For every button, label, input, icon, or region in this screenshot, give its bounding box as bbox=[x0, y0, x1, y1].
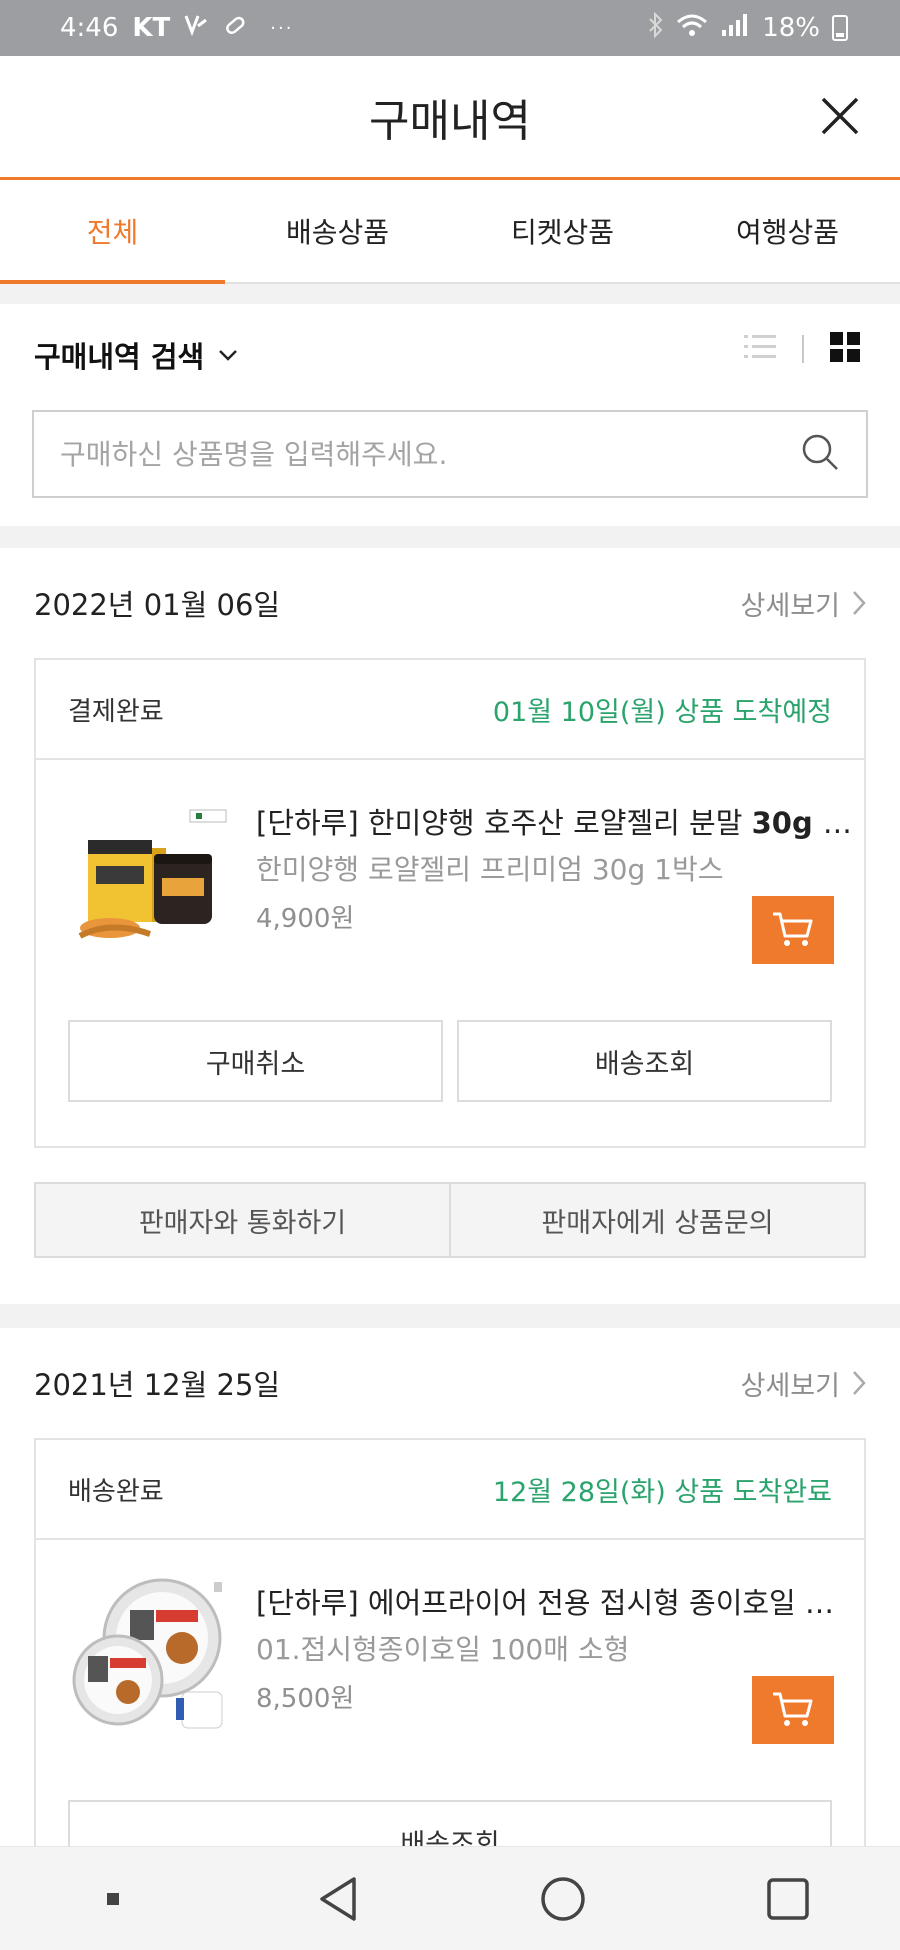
product-name-bold: 30g 1박... bbox=[751, 806, 854, 840]
wifi-icon bbox=[676, 12, 708, 45]
add-to-cart-button[interactable] bbox=[752, 896, 834, 964]
search-title-toggle[interactable]: 구매내역 검색 bbox=[34, 334, 238, 376]
product-name-main: [단하루] 한미양행 호주산 로얄젤리 분말 bbox=[256, 806, 752, 840]
nav-back-button[interactable] bbox=[278, 1859, 398, 1939]
battery-icon bbox=[832, 15, 848, 41]
product-name: [단하루] 한미양행 호주산 로얄젤리 분말 30g 1박... bbox=[256, 800, 854, 842]
status-left: 4:46 KT ··· bbox=[60, 13, 293, 44]
grid-view-button[interactable] bbox=[830, 332, 860, 366]
order-status-row: 배송완료 12월 28일(화) 상품 도착완료 bbox=[36, 1440, 864, 1540]
back-triangle-icon bbox=[319, 1876, 356, 1921]
order-group: 2021년 12월 25일 상세보기 배송완료 12월 28일(화) 상품 도착… bbox=[0, 1328, 900, 1928]
status-right: 18% bbox=[648, 11, 848, 45]
view-toggle-divider bbox=[802, 335, 804, 363]
product-name: [단하루] 에어프라이어 전용 접시형 종이호일 10... bbox=[256, 1580, 854, 1622]
product-option: 한미양행 로얄젤리 프리미엄 30g 1박스 bbox=[256, 853, 724, 886]
search-title: 구매내역 검색 bbox=[34, 340, 205, 374]
signal-icon bbox=[720, 12, 750, 45]
order-header: 2021년 12월 25일 상세보기 bbox=[0, 1328, 900, 1438]
grid-view-icon bbox=[830, 332, 860, 362]
app-header: 구매내역 bbox=[0, 56, 900, 180]
order-detail-link[interactable]: 상세보기 bbox=[741, 584, 866, 623]
call-seller-button[interactable]: 판매자와 통화하기 bbox=[36, 1184, 449, 1256]
order-header: 2022년 01월 06일 상세보기 bbox=[0, 548, 900, 658]
page-title: 구매내역 bbox=[369, 95, 531, 147]
nav-recents-button[interactable] bbox=[728, 1859, 848, 1939]
cart-icon bbox=[773, 1692, 813, 1726]
battery-percent: 18% bbox=[762, 13, 820, 43]
order-actions: 구매취소 배송조회 bbox=[36, 1020, 864, 1146]
track-delivery-button[interactable]: 배송조회 bbox=[457, 1020, 832, 1102]
seller-actions: 판매자와 통화하기 판매자에게 상품문의 bbox=[34, 1182, 866, 1258]
list-view-button[interactable] bbox=[744, 332, 776, 366]
cancel-purchase-button[interactable]: 구매취소 bbox=[68, 1020, 443, 1102]
status-carrier: KT bbox=[132, 13, 171, 43]
add-to-cart-button[interactable] bbox=[752, 1676, 834, 1744]
product-row[interactable]: [단하루] 에어프라이어 전용 접시형 종이호일 10... 01.접시형종이호… bbox=[36, 1540, 864, 1800]
chevron-right-icon bbox=[853, 1371, 866, 1395]
more-notifications-icon: ··· bbox=[270, 17, 294, 39]
delivery-eta: 01월 10일(월) 상품 도착예정 bbox=[492, 696, 832, 728]
order-detail-label: 상세보기 bbox=[740, 590, 840, 622]
status-time: 4:46 bbox=[60, 13, 119, 43]
delivery-eta: 12월 28일(화) 상품 도착완료 bbox=[492, 1476, 832, 1508]
product-row[interactable]: [단하루] 한미양행 호주산 로얄젤리 분말 30g 1박... 한미양행 로얄… bbox=[36, 760, 864, 1020]
search-section: 구매내역 검색 bbox=[0, 304, 900, 526]
product-thumbnail-paper-foil bbox=[72, 1578, 223, 1729]
order-group: 2022년 01월 06일 상세보기 결제완료 01월 10일(월) 상품 도착… bbox=[0, 548, 900, 1304]
order-detail-link[interactable]: 상세보기 bbox=[741, 1364, 866, 1403]
square-dot-icon bbox=[106, 1892, 119, 1905]
product-price: 4,900원 bbox=[256, 904, 355, 934]
order-date: 2021년 12월 25일 bbox=[34, 1368, 281, 1402]
home-circle-icon bbox=[540, 1876, 585, 1921]
status-bar: 4:46 KT ··· 18% bbox=[0, 0, 900, 56]
product-price: 8,500원 bbox=[256, 1684, 355, 1714]
volte-icon bbox=[184, 13, 208, 43]
product-thumbnail-royal-jelly bbox=[78, 809, 227, 939]
view-toggle bbox=[744, 332, 860, 366]
tab-all[interactable]: 전체 bbox=[0, 180, 225, 284]
close-icon bbox=[821, 97, 859, 135]
product-option: 01.접시형종이호일 100매 소형 bbox=[256, 1633, 630, 1666]
order-date: 2022년 01월 06일 bbox=[34, 588, 281, 622]
pill-icon bbox=[222, 13, 246, 44]
chevron-right-icon bbox=[853, 591, 866, 615]
chevron-down-icon bbox=[219, 350, 238, 361]
search-input[interactable] bbox=[60, 437, 800, 471]
tab-delivery-products[interactable]: 배송상품 bbox=[225, 180, 450, 282]
ask-seller-button[interactable]: 판매자에게 상품문의 bbox=[449, 1184, 864, 1256]
bluetooth-icon bbox=[648, 11, 664, 45]
nav-extra-button[interactable] bbox=[53, 1859, 173, 1939]
tab-bar: 전체 배송상품 티켓상품 여행상품 bbox=[0, 180, 900, 284]
order-detail-label: 상세보기 bbox=[740, 1370, 840, 1402]
order-status: 결제완료 bbox=[68, 696, 164, 727]
search-button[interactable] bbox=[800, 432, 840, 476]
nav-home-button[interactable] bbox=[503, 1859, 623, 1939]
order-card: 결제완료 01월 10일(월) 상품 도착예정 [단하루] 한미양행 호주산 로… bbox=[34, 658, 866, 1148]
search-icon bbox=[802, 434, 838, 470]
search-box bbox=[32, 410, 868, 498]
order-status-row: 결제완료 01월 10일(월) 상품 도착예정 bbox=[36, 660, 864, 760]
recents-square-icon bbox=[766, 1877, 809, 1920]
close-button[interactable] bbox=[816, 92, 864, 140]
cart-icon bbox=[773, 912, 813, 946]
tab-travel-products[interactable]: 여행상품 bbox=[675, 180, 900, 282]
list-view-icon bbox=[744, 335, 776, 358]
system-navigation-bar bbox=[0, 1846, 900, 1950]
tab-ticket-products[interactable]: 티켓상품 bbox=[450, 180, 675, 282]
order-status: 배송완료 bbox=[68, 1476, 164, 1507]
product-name-main: [단하루] 에어프라이어 전용 접시형 종이호일 bbox=[256, 1586, 805, 1620]
